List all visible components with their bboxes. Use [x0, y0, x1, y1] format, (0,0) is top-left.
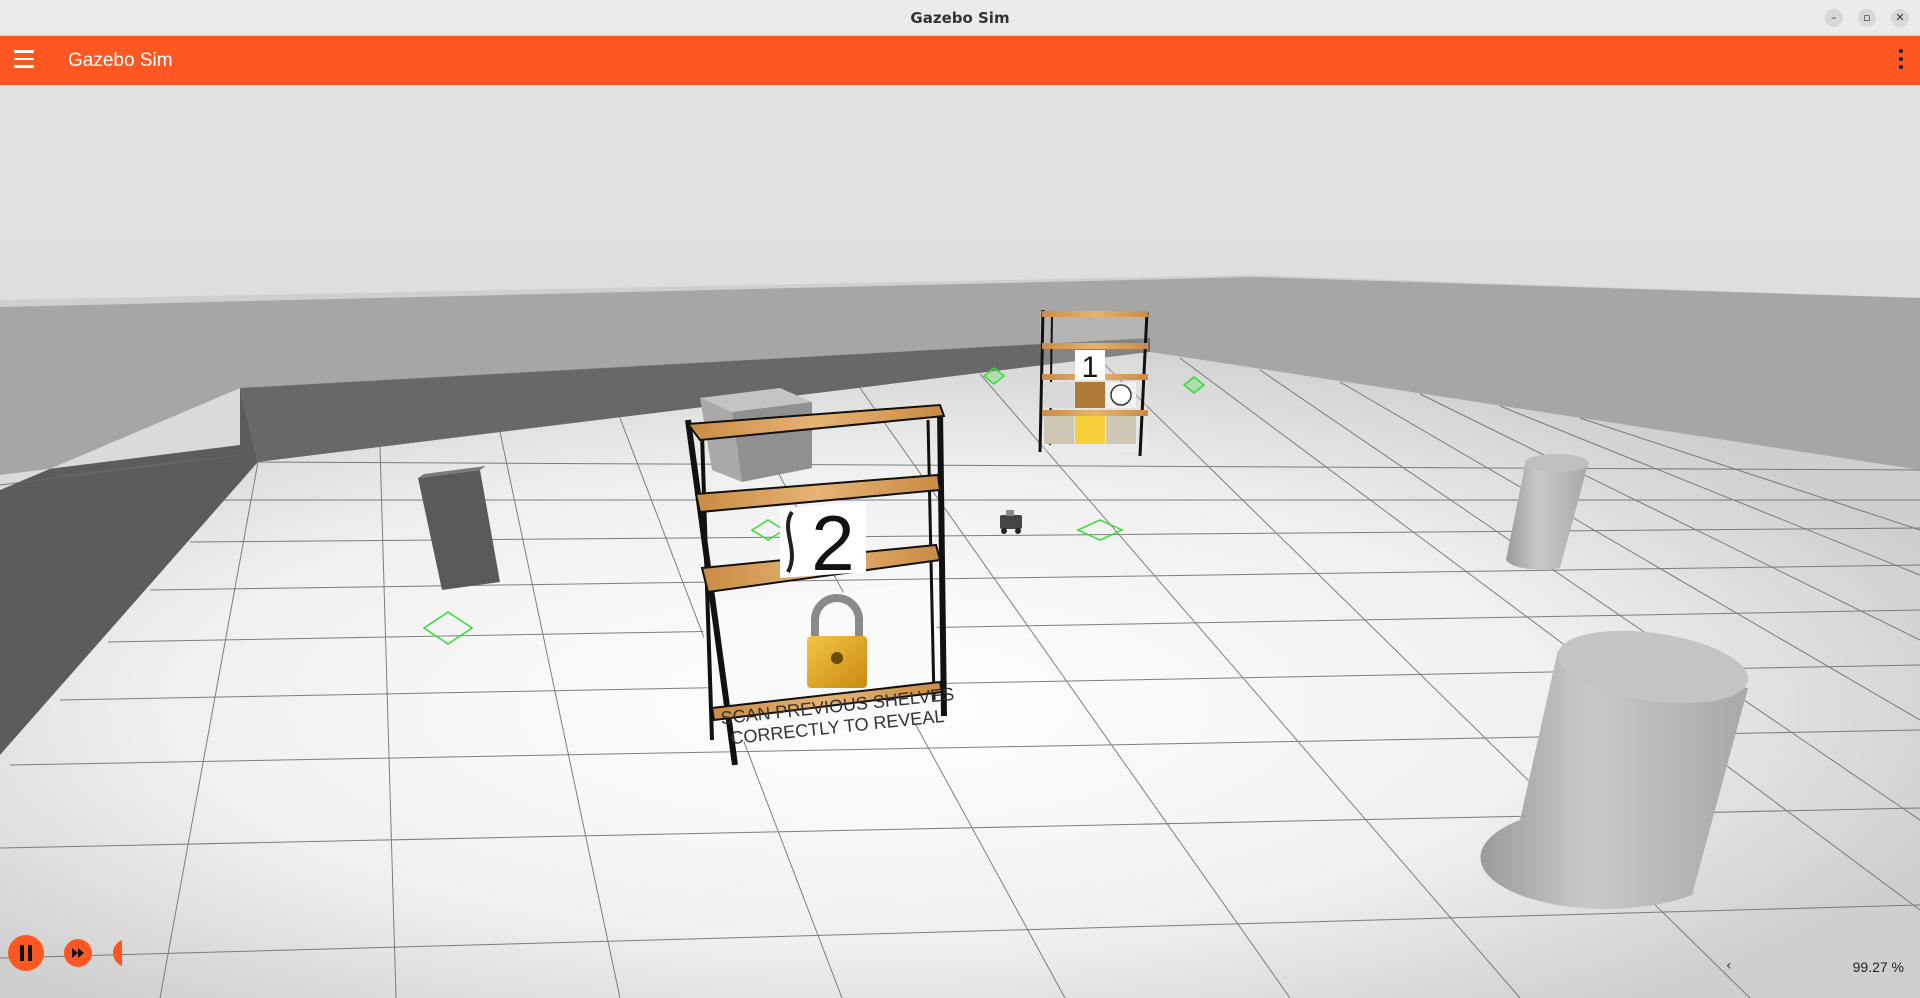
shelf-near-number: 2 [811, 499, 854, 587]
shelf-far: 1 [1038, 309, 1149, 457]
chevron-left-icon[interactable]: ‹ [1726, 958, 1732, 974]
fast-forward-icon [72, 948, 84, 958]
close-button[interactable]: ✕ [1891, 9, 1909, 27]
window-titlebar: Gazebo Sim – ▫ ✕ [0, 0, 1920, 36]
rtf-value: 99.27 % [1852, 959, 1904, 975]
app-toolbar: Gazebo Sim [0, 36, 1920, 85]
pause-button[interactable] [8, 935, 44, 971]
hamburger-menu-icon[interactable] [14, 50, 34, 70]
real-time-factor: ‹ 99.27 % [1720, 950, 1920, 986]
multistep-button[interactable] [113, 939, 122, 967]
app-title: Gazebo Sim [68, 50, 173, 71]
minimize-button[interactable]: – [1825, 9, 1843, 27]
maximize-button[interactable]: ▫ [1858, 9, 1876, 27]
step-button[interactable] [64, 939, 92, 967]
pause-icon [20, 945, 32, 961]
more-options-icon[interactable] [1898, 49, 1904, 71]
window-title: Gazebo Sim [910, 9, 1010, 27]
playback-controls [0, 916, 122, 998]
3d-viewport[interactable]: 1 2 SCAN PREVIOUS SHELVES CORRECTLY TO R… [0, 85, 1920, 998]
shelf-far-number: 1 [1082, 351, 1099, 384]
